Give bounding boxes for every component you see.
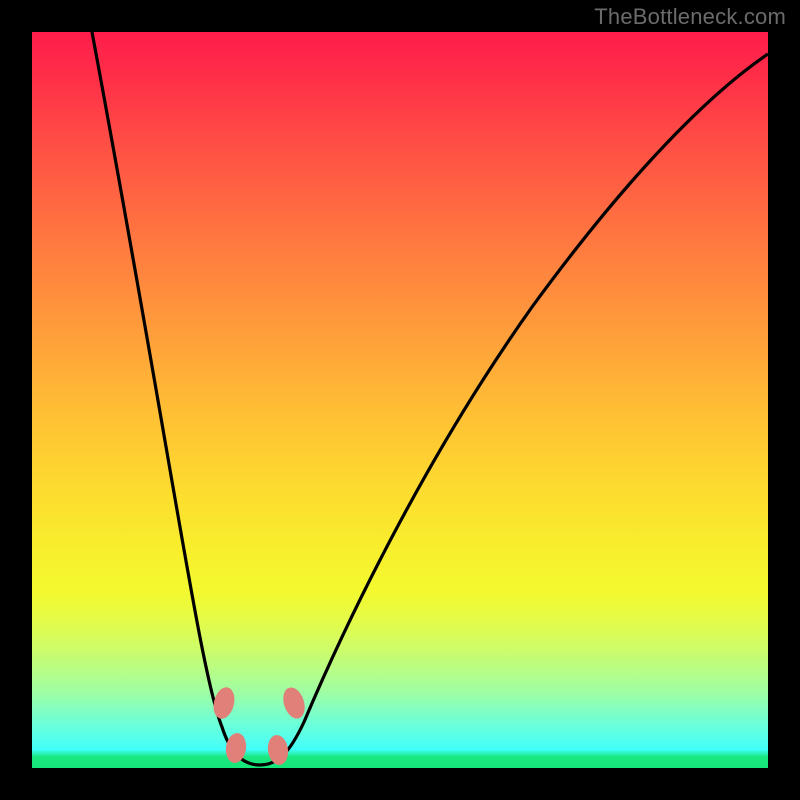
chart-frame: TheBottleneck.com	[0, 0, 800, 800]
curve-layer	[32, 32, 768, 768]
watermark-text: TheBottleneck.com	[594, 4, 786, 30]
ref-point	[280, 685, 309, 722]
bottleneck-curve	[92, 32, 768, 765]
ref-point	[266, 734, 290, 766]
plot-area	[32, 32, 768, 768]
ref-point	[210, 685, 237, 721]
reference-markers	[210, 685, 308, 767]
